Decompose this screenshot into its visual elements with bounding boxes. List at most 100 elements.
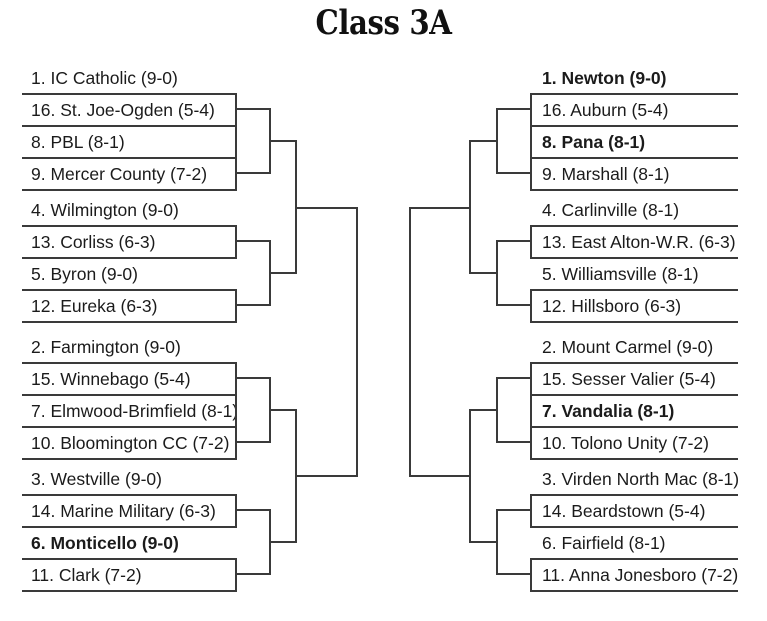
round1-connector-stem (496, 108, 530, 110)
matchup-rule (22, 225, 237, 227)
page-title: Class 3A (315, 3, 452, 43)
matchup-rule (530, 458, 738, 460)
team-label[interactable]: 7. Elmwood-Brimfield (8-1) (26, 396, 237, 426)
matchup-box-edge (530, 289, 532, 321)
team-label[interactable]: 4. Wilmington (9-0) (26, 195, 237, 225)
matchup-rule (22, 426, 237, 428)
round1-connector-stem (496, 304, 530, 306)
team-label[interactable]: 15. Sesser Valier (5-4) (536, 364, 744, 394)
matchup-rule (530, 558, 738, 560)
team-label[interactable]: 5. Byron (9-0) (26, 259, 237, 289)
round1-connector-stem (496, 441, 530, 443)
team-label[interactable]: 14. Beardstown (5-4) (536, 496, 744, 526)
team-label[interactable]: 12. Eureka (6-3) (26, 291, 237, 321)
matchup-rule (530, 526, 738, 528)
matchup-rule (530, 590, 738, 592)
round2-connector-stem (469, 140, 497, 142)
round1-connector-stem (236, 441, 270, 443)
team-label[interactable]: 8. Pana (8-1) (536, 127, 744, 157)
team-label[interactable]: 6. Fairfield (8-1) (536, 528, 744, 558)
round1-connector-stem (496, 509, 530, 511)
team-label[interactable]: 13. East Alton-W.R. (6-3) (536, 227, 744, 257)
round1-connector-stem (496, 377, 530, 379)
matchup-rule (530, 225, 738, 227)
matchup-rule (530, 394, 738, 396)
round1-connector-stem (236, 509, 270, 511)
matchup-rule (530, 426, 738, 428)
matchup-rule (22, 394, 237, 396)
team-label[interactable]: 10. Bloomington CC (7-2) (26, 428, 237, 458)
team-label[interactable]: 12. Hillsboro (6-3) (536, 291, 744, 321)
matchup-rule (22, 321, 237, 323)
team-label[interactable]: 8. PBL (8-1) (26, 127, 237, 157)
round2-connector-stem (269, 140, 297, 142)
team-label[interactable]: 14. Marine Military (6-3) (26, 496, 237, 526)
team-label[interactable]: 1. IC Catholic (9-0) (26, 63, 237, 93)
matchup-rule (530, 93, 738, 95)
team-label[interactable]: 3. Virden North Mac (8-1) (536, 464, 744, 494)
matchup-box-edge (235, 362, 237, 426)
matchup-rule (530, 257, 738, 259)
matchup-rule (530, 289, 738, 291)
round1-connector-stem (236, 172, 270, 174)
matchup-box-edge (530, 157, 532, 189)
matchup-rule (22, 289, 237, 291)
round3-connector-stem (295, 475, 357, 477)
team-label[interactable]: 13. Corliss (6-3) (26, 227, 237, 257)
matchup-rule (22, 157, 237, 159)
round2-connector-stem (469, 272, 497, 274)
team-label[interactable]: 2. Farmington (9-0) (26, 332, 237, 362)
matchup-rule (530, 494, 738, 496)
matchup-rule (22, 458, 237, 460)
team-label[interactable]: 16. Auburn (5-4) (536, 95, 744, 125)
round3-connector-stem (295, 207, 357, 209)
team-label[interactable]: 11. Anna Jonesboro (7-2) (536, 560, 744, 590)
matchup-rule (22, 125, 237, 127)
round1-connector-stem (496, 240, 530, 242)
team-label[interactable]: 10. Tolono Unity (7-2) (536, 428, 744, 458)
round1-connector-stem (236, 108, 270, 110)
team-label[interactable]: 15. Winnebago (5-4) (26, 364, 237, 394)
team-label[interactable]: 16. St. Joe-Ogden (5-4) (26, 95, 237, 125)
matchup-rule (530, 189, 738, 191)
team-label[interactable]: 7. Vandalia (8-1) (536, 396, 744, 426)
team-label[interactable]: 5. Williamsville (8-1) (536, 259, 744, 289)
team-label[interactable]: 9. Mercer County (7-2) (26, 159, 237, 189)
matchup-box-edge (530, 93, 532, 157)
matchup-box-edge (530, 362, 532, 426)
matchup-rule (22, 257, 237, 259)
matchup-box-edge (235, 93, 237, 157)
round1-connector-stem (496, 172, 530, 174)
matchup-box-edge (530, 225, 532, 257)
matchup-rule (530, 321, 738, 323)
round2-connector-stem (269, 272, 297, 274)
matchup-rule (22, 590, 237, 592)
matchup-rule (22, 189, 237, 191)
round2-connector-stem (469, 409, 497, 411)
team-label[interactable]: 11. Clark (7-2) (26, 560, 237, 590)
team-label[interactable]: 6. Monticello (9-0) (26, 528, 237, 558)
round2-connector-stem (469, 541, 497, 543)
round2-connector-stem (269, 409, 297, 411)
matchup-rule (22, 494, 237, 496)
team-label[interactable]: 9. Marshall (8-1) (536, 159, 744, 189)
team-label[interactable]: 4. Carlinville (8-1) (536, 195, 744, 225)
matchup-box-edge (530, 558, 532, 590)
round1-connector-stem (496, 573, 530, 575)
team-label[interactable]: 3. Westville (9-0) (26, 464, 237, 494)
matchup-box-edge (530, 426, 532, 458)
matchup-rule (22, 558, 237, 560)
bracket-page: Class 3A 1. IC Catholic (9-0) 16. St. Jo… (0, 0, 767, 621)
matchup-rule (22, 362, 237, 364)
matchup-rule (530, 157, 738, 159)
round2-connector-stem (269, 541, 297, 543)
round3-connector-riser (356, 207, 358, 477)
matchup-rule (22, 526, 237, 528)
matchup-box-edge (530, 494, 532, 526)
round1-connector-stem (236, 304, 270, 306)
round3-connector-stem (409, 207, 470, 209)
matchup-rule (22, 93, 237, 95)
team-label[interactable]: 2. Mount Carmel (9-0) (536, 332, 744, 362)
round1-connector-stem (236, 240, 270, 242)
team-label[interactable]: 1. Newton (9-0) (536, 63, 744, 93)
